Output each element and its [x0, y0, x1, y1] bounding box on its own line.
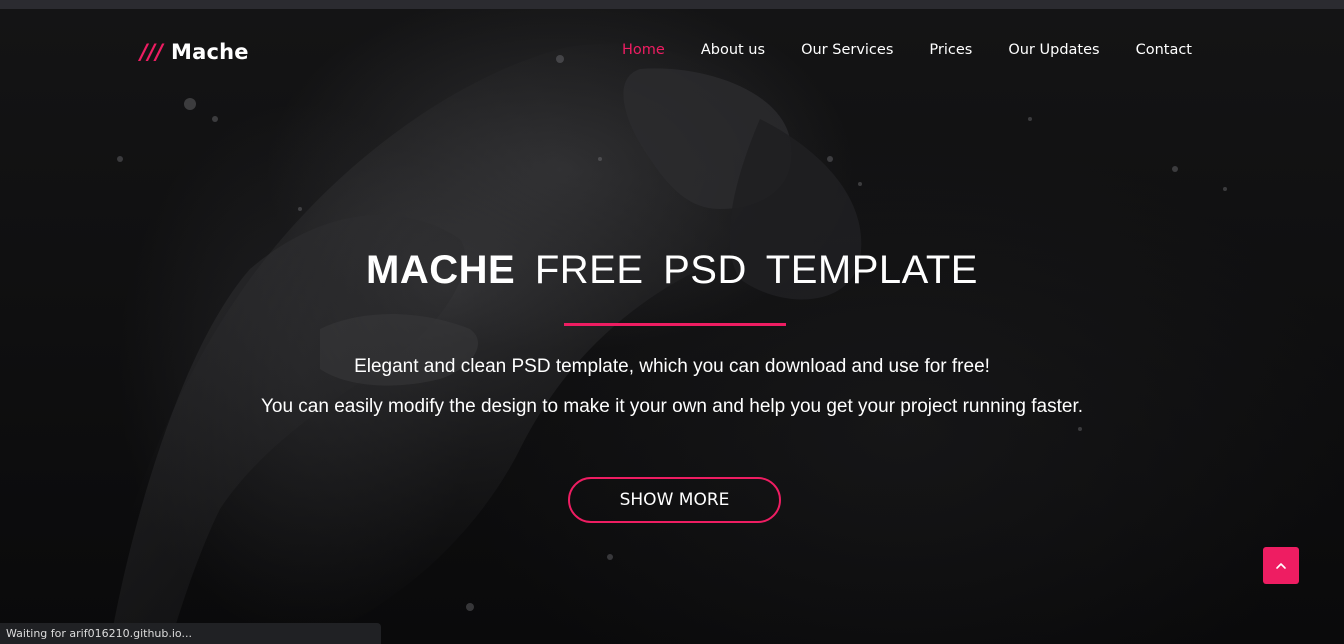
hero-background-image — [90, 43, 1227, 644]
hero-title-strong: MACHE — [366, 248, 516, 292]
back-to-top-button[interactable] — [1263, 547, 1299, 584]
hero-title: MACHE FREE PSD TEMPLATE — [0, 246, 1344, 294]
site-logo[interactable]: /// Mache — [140, 39, 249, 65]
hero-tagline-1: Elegant and clean PSD template, which yo… — [354, 356, 990, 377]
nav-item-our-services[interactable]: Our Services — [801, 42, 893, 58]
nav-item-contact[interactable]: Contact — [1136, 42, 1192, 58]
logo-text: Mache — [171, 40, 249, 64]
hero-title-rest: FREE PSD TEMPLATE — [534, 248, 978, 292]
nav-item-our-updates[interactable]: Our Updates — [1008, 42, 1099, 58]
browser-top-edge — [0, 0, 1344, 9]
logo-slashes: /// — [140, 40, 164, 64]
show-more-button[interactable]: SHOW MORE — [568, 477, 781, 523]
hero-section: /// Mache Home About us Our Services Pri… — [0, 9, 1344, 644]
title-underline — [564, 323, 786, 326]
main-nav: Home About us Our Services Prices Our Up… — [622, 39, 1192, 61]
nav-item-home[interactable]: Home — [622, 42, 665, 58]
hero-tagline-2: You can easily modify the design to make… — [260, 396, 1084, 417]
browser-status-bar: Waiting for arif016210.github.io... — [0, 623, 381, 644]
nav-item-prices[interactable]: Prices — [929, 42, 972, 58]
nav-item-about-us[interactable]: About us — [701, 42, 765, 58]
chevron-up-icon — [1276, 562, 1286, 569]
